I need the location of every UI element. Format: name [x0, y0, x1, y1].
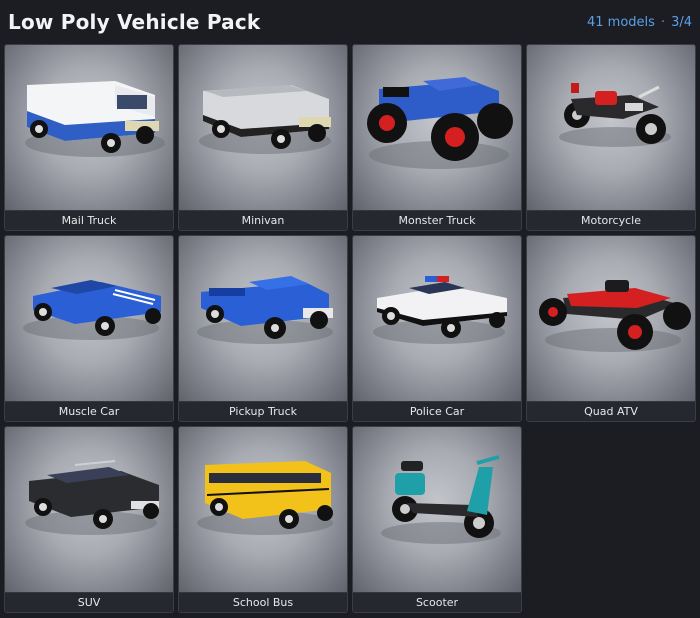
model-label: Motorcycle: [527, 210, 695, 230]
model-label: School Bus: [179, 592, 347, 612]
page-indicator[interactable]: 3/4: [671, 15, 692, 30]
police-car-thumbnail: [353, 236, 521, 403]
monster-truck-thumbnail: [353, 45, 521, 212]
minivan-icon: [199, 85, 331, 154]
model-card-school-bus[interactable]: School Bus: [178, 426, 348, 613]
model-label: Quad ATV: [527, 401, 695, 421]
model-label: Muscle Car: [5, 401, 173, 421]
mail-truck-thumbnail: [5, 45, 173, 212]
scooter-icon: [381, 455, 501, 544]
suv-thumbnail: [5, 427, 173, 594]
page-title: Low Poly Vehicle Pack: [8, 10, 261, 34]
quad-atv-icon: [539, 280, 691, 352]
model-card-pickup-truck[interactable]: Pickup Truck: [178, 235, 348, 422]
motorcycle-icon: [559, 83, 671, 147]
model-card-scooter[interactable]: Scooter: [352, 426, 522, 613]
separator: ·: [660, 14, 666, 30]
model-label: Monster Truck: [353, 210, 521, 230]
model-label: Mail Truck: [5, 210, 173, 230]
mail-truck-icon: [25, 81, 165, 157]
pickup-truck-icon: [197, 276, 333, 344]
minivan-thumbnail: [179, 45, 347, 212]
model-card-quad-atv[interactable]: Quad ATV: [526, 235, 696, 422]
model-card-suv[interactable]: SUV: [4, 426, 174, 613]
model-card-motorcycle[interactable]: Motorcycle: [526, 44, 696, 231]
model-count: 41 models: [587, 14, 655, 30]
police-car-icon: [373, 276, 507, 344]
pickup-truck-thumbnail: [179, 236, 347, 403]
muscle-car-thumbnail: [5, 236, 173, 403]
model-card-minivan[interactable]: Minivan: [178, 44, 348, 231]
motorcycle-thumbnail: [527, 45, 695, 212]
monster-truck-icon: [367, 77, 513, 169]
model-label: Pickup Truck: [179, 401, 347, 421]
muscle-car-icon: [23, 280, 161, 340]
model-card-police-car[interactable]: Police Car: [352, 235, 522, 422]
header-meta: 41 models · 3/4: [587, 15, 692, 30]
model-label: Minivan: [179, 210, 347, 230]
scooter-thumbnail: [353, 427, 521, 594]
school-bus-thumbnail: [179, 427, 347, 594]
model-grid: Mail Truck Minivan Monster Truck Motorcy…: [4, 44, 696, 613]
model-label: SUV: [5, 592, 173, 612]
school-bus-icon: [197, 461, 333, 535]
model-label: Police Car: [353, 401, 521, 421]
model-label: Scooter: [353, 592, 521, 612]
suv-icon: [25, 460, 159, 535]
header: Low Poly Vehicle Pack 41 models · 3/4: [0, 0, 700, 44]
model-card-mail-truck[interactable]: Mail Truck: [4, 44, 174, 231]
model-card-muscle-car[interactable]: Muscle Car: [4, 235, 174, 422]
quad-atv-thumbnail: [527, 236, 695, 403]
model-card-monster-truck[interactable]: Monster Truck: [352, 44, 522, 231]
